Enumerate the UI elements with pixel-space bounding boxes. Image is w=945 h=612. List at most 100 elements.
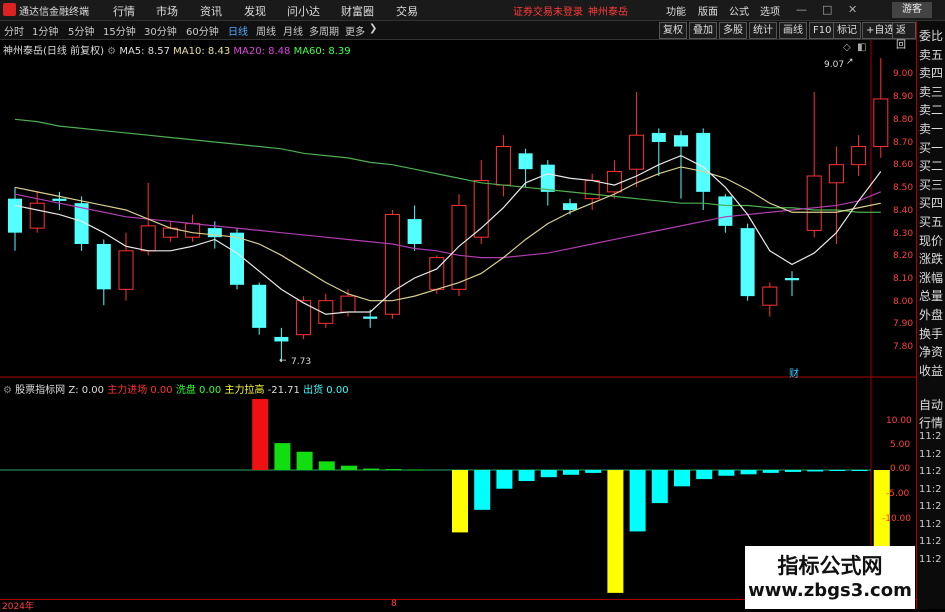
- quote-panel-item[interactable]: 11:2: [919, 536, 941, 547]
- quote-panel-item[interactable]: 自动: [919, 396, 943, 413]
- quote-panel-item[interactable]: 买二: [919, 157, 943, 174]
- indicator-bar: [674, 470, 690, 487]
- menu-banmian[interactable]: 版面: [698, 3, 718, 18]
- current-stock-name: 神州泰岳: [588, 7, 628, 18]
- indicator-name[interactable]: 股票指标网: [15, 385, 65, 396]
- quote-panel-item[interactable]: 买五: [919, 213, 943, 230]
- ind-tick: -10.00: [882, 514, 912, 524]
- tab-30min[interactable]: 30分钟: [144, 23, 177, 38]
- indicator-bar: [651, 470, 668, 504]
- quote-panel-item[interactable]: 涨跌: [919, 250, 943, 267]
- tab-15min[interactable]: 15分钟: [103, 23, 136, 38]
- more-arrow-icon[interactable]: ❯: [369, 23, 377, 34]
- candle-body: [252, 284, 267, 328]
- menu-jiaoyi[interactable]: 交易: [396, 3, 418, 19]
- candles-group: [8, 58, 889, 362]
- period-tab-bar: 分时 1分钟 5分钟 15分钟 30分钟 60分钟 日线 周线 月线 多周期 更…: [0, 21, 916, 51]
- xipan-label: 洗盘: [175, 385, 196, 396]
- quote-panel-item[interactable]: 现价: [919, 232, 943, 249]
- candle-body: [29, 202, 45, 229]
- diejia-button[interactable]: 叠加: [689, 22, 717, 39]
- candle-body: [606, 170, 622, 193]
- menu-wenxiaoda[interactable]: 问小达: [287, 3, 320, 19]
- candle-body: [540, 164, 555, 192]
- indicator-z: Z: 0.00: [68, 385, 105, 396]
- quote-panel-item[interactable]: 11:2: [919, 501, 941, 512]
- quote-panel-item[interactable]: 委比: [919, 27, 943, 44]
- quote-panel-item[interactable]: 卖三: [919, 83, 943, 100]
- menu-hangqing[interactable]: 行情: [113, 3, 135, 19]
- low-arrow-icon: ←: [279, 356, 287, 366]
- fuquan-button[interactable]: 复权: [659, 22, 687, 39]
- menu-zixun[interactable]: 资讯: [200, 3, 222, 19]
- zlsc-label: 主力进场: [107, 385, 148, 396]
- price-tick: 8.60: [893, 160, 914, 170]
- quote-panel-item[interactable]: 11:2: [919, 466, 941, 477]
- quote-panel-item[interactable]: 买一: [919, 139, 943, 156]
- kline-chart[interactable]: [0, 40, 916, 600]
- tab-weekly[interactable]: 周线: [256, 23, 276, 38]
- minimize-icon[interactable]: —: [796, 3, 807, 16]
- quote-panel-item[interactable]: 总量: [919, 287, 943, 304]
- quote-panel-item[interactable]: 卖四: [919, 64, 943, 81]
- tab-more[interactable]: 更多: [345, 23, 365, 38]
- tab-daily[interactable]: 日线: [228, 23, 248, 38]
- price-tick: 8.50: [893, 183, 914, 193]
- menu-caifuquan[interactable]: 财富圈: [341, 3, 374, 19]
- quote-panel-item[interactable]: 买四: [919, 194, 943, 211]
- quote-panel-item[interactable]: 买三: [919, 176, 943, 193]
- panel-toggle-icon[interactable]: ◧: [857, 42, 866, 53]
- indicator-bar: [540, 470, 557, 478]
- quote-panel-item[interactable]: 11:2: [919, 554, 941, 565]
- ind-tick: 5.00: [890, 440, 911, 450]
- quote-panel-item[interactable]: 卖二: [919, 101, 943, 118]
- quote-panel-item[interactable]: 涨幅: [919, 269, 943, 286]
- quote-panel-item[interactable]: 11:2: [919, 484, 941, 495]
- indicator-bar: [407, 469, 424, 471]
- candle-body: [518, 153, 533, 170]
- indicator-bar: [740, 470, 757, 475]
- quote-panel-item[interactable]: 换手: [919, 325, 943, 342]
- quote-panel-item[interactable]: 卖一: [919, 120, 943, 137]
- quote-panel-item[interactable]: 净资: [919, 343, 943, 360]
- quote-panel-item[interactable]: 11:2: [919, 431, 941, 442]
- back-button[interactable]: 返回: [892, 22, 916, 51]
- chuhuo-value: 0.00: [326, 385, 349, 396]
- high-arrow-icon: ↗: [846, 57, 854, 67]
- guest-button[interactable]: 游客: [892, 2, 932, 18]
- quote-panel-item[interactable]: 行情: [919, 414, 943, 431]
- tab-monthly[interactable]: 月线: [283, 23, 303, 38]
- quote-side-panel[interactable]: 委比卖五 卖四卖三 卖二卖一买一 买二买三 买四买五现价 涨跌涨幅 总量外盘换手 净资收益自动…: [916, 21, 945, 609]
- quote-panel-item[interactable]: 收益: [919, 362, 943, 379]
- title-bar: 通达信金融终端 行情 市场 资讯 发现 问小达 财富圈 交易 证券交易未登录 神…: [0, 0, 945, 21]
- indicator-settings-icon[interactable]: ⚙: [3, 385, 12, 396]
- login-notice[interactable]: 证券交易未登录: [513, 3, 583, 18]
- tab-1min[interactable]: 1分钟: [32, 23, 58, 38]
- diamond-icon[interactable]: ◇: [843, 42, 851, 53]
- quote-panel-item[interactable]: 11:2: [919, 449, 941, 460]
- tab-5min[interactable]: 5分钟: [68, 23, 94, 38]
- quote-panel-item[interactable]: 卖五: [919, 46, 943, 63]
- menu-faxian[interactable]: 发现: [244, 3, 266, 19]
- tab-60min[interactable]: 60分钟: [186, 23, 219, 38]
- biaoji-button[interactable]: 标记: [833, 22, 861, 39]
- low-price-label: 7.73: [291, 357, 312, 367]
- huaxian-button[interactable]: 画线: [779, 22, 807, 39]
- indicator-bar: [585, 470, 602, 473]
- quote-panel-item[interactable]: 11:2: [919, 519, 941, 530]
- duogu-button[interactable]: 多股: [719, 22, 747, 39]
- finance-marker[interactable]: 财: [789, 365, 799, 380]
- menu-shichang[interactable]: 市场: [156, 3, 178, 19]
- quote-panel-item[interactable]: 外盘: [919, 306, 943, 323]
- tongji-button[interactable]: 统计: [749, 22, 777, 39]
- menu-xuanxiang[interactable]: 选项: [760, 3, 780, 18]
- maximize-icon[interactable]: □: [822, 3, 832, 16]
- f10-button[interactable]: F10: [809, 22, 836, 39]
- tab-fenshi[interactable]: 分时: [4, 23, 24, 38]
- close-icon[interactable]: ✕: [848, 3, 857, 16]
- tab-multi-period[interactable]: 多周期: [309, 23, 339, 38]
- menu-gongshi[interactable]: 公式: [729, 3, 749, 18]
- indicator-bar: [341, 465, 357, 470]
- candle-body: [52, 198, 67, 201]
- menu-gongneng[interactable]: 功能: [666, 3, 686, 18]
